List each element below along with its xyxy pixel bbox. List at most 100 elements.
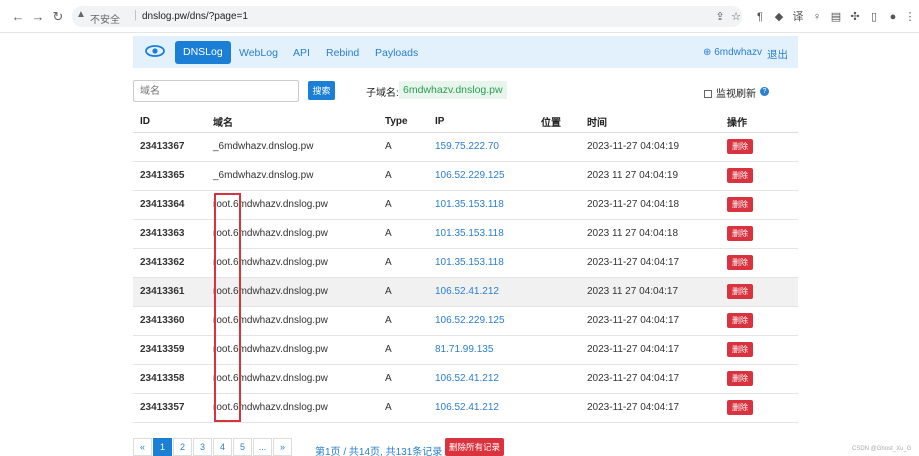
page-link[interactable]: « [133,438,152,456]
col-id: ID [133,112,213,133]
page-info: 第1页 / 共14页, 共131条记录 [315,447,443,456]
row-location [541,190,587,220]
row-ip: 106.52.41.212 [435,364,541,394]
row-type: A [385,132,435,162]
monitor-label: 监视刷新 [716,89,756,100]
row-time: 2023-11-27 04:04:18 [587,190,727,220]
nav-payloads[interactable]: Payloads [375,47,418,59]
sidepanel-icon[interactable]: ▯ [867,10,881,24]
nav-weblog[interactable]: WebLog [239,47,278,59]
top-navbar: DNSLog WebLog API Rebind Payloads ⊕ 6mdw… [133,36,798,68]
delete-button[interactable]: 删除 [727,371,753,386]
puzzle-icon[interactable]: ✣ [848,10,862,24]
search-button[interactable]: 搜索 [308,81,335,100]
page-link[interactable]: 5 [233,438,252,456]
delete-all-button[interactable]: 删除所有记录 [445,438,505,456]
delete-button[interactable]: 删除 [727,284,753,299]
row-action: 删除 [727,132,798,162]
row-id: 23413367 [133,132,213,162]
nav-api[interactable]: API [293,47,310,59]
row-location [541,393,587,423]
row-id: 23413360 [133,306,213,336]
row-id: 23413359 [133,335,213,365]
eye-icon[interactable] [145,45,165,57]
page-link[interactable]: 2 [173,438,192,456]
delete-button[interactable]: 删除 [727,342,753,357]
row-time: 2023-11-27 04:04:17 [587,306,727,336]
domain-input[interactable] [133,80,299,102]
table-row: 23413367 _6mdwhazv.dnslog.pw A 159.75.222.7… [133,132,798,162]
col-ip: IP [435,112,541,133]
delete-button[interactable]: 删除 [727,197,753,212]
delete-button[interactable]: 删除 [727,168,753,183]
row-action: 删除 [727,393,798,423]
row-location [541,161,587,191]
row-time: 2023-11-27 04:04:19 [587,132,727,162]
page-link[interactable]: » [273,438,292,456]
row-type: A [385,335,435,365]
row-location [541,306,587,336]
delete-button[interactable]: 删除 [727,255,753,270]
col-type: Type [385,112,435,133]
row-id: 23413363 [133,219,213,249]
row-location [541,277,587,307]
row-location [541,248,587,278]
row-action: 删除 [727,364,798,394]
nav-dnslog[interactable]: DNSLog [175,41,231,64]
row-action: 删除 [727,306,798,336]
row-type: A [385,306,435,336]
row-action: 删除 [727,161,798,191]
row-time: 2023-11-27 04:04:17 [587,335,727,365]
page-link[interactable]: ... [253,438,272,456]
table-header-row: ID 域名 Type IP 位置 时间 操作 [133,112,798,133]
col-location: 位置 [541,112,587,133]
row-action: 删除 [727,190,798,220]
row-action: 删除 [727,277,798,307]
row-ip: 106.52.229.125 [435,161,541,191]
address-separator: | [134,9,137,21]
translate-icon[interactable]: 译 [791,10,805,24]
row-id: 23413364 [133,190,213,220]
delete-button[interactable]: 删除 [727,226,753,241]
extension-icon[interactable]: ◆ [772,10,786,24]
row-ip: 106.52.229.125 [435,306,541,336]
row-time: 2023 11 27 04:04:19 [587,161,727,191]
insecure-label: 不安全 [90,15,120,26]
row-time: 2023 11 27 04:04:18 [587,219,727,249]
reload-icon[interactable]: ↻ [50,9,66,25]
monitor-refresh-toggle[interactable]: 监视刷新 [704,85,756,100]
share-icon[interactable]: ⇪ [713,10,727,24]
subdomain-value: 6mdwhazv.dnslog.pw [399,81,507,99]
nav-rebind[interactable]: Rebind [326,47,359,59]
row-action: 删除 [727,248,798,278]
table-row: 23413365 _6mdwhazv.dnslog.pw A 106.52.229.1… [133,161,798,191]
monitor-checkbox[interactable] [704,90,712,98]
row-domain: _6mdwhazv.dnslog.pw [213,132,385,162]
page-link[interactable]: 1 [153,438,172,456]
dnslog-page: DNSLog WebLog API Rebind Payloads ⊕ 6mdw… [133,36,798,68]
extension-icon[interactable]: ♀ [810,10,824,24]
extension-icon[interactable]: ▤ [829,10,843,24]
browser-toolbar: ← → ↻ ▲ 不安全 | dnslog.pw/dns/?page=1 ⇪ ☆ … [0,0,919,33]
col-action: 操作 [727,112,798,133]
delete-button[interactable]: 删除 [727,139,753,154]
logout-link[interactable]: 退出 [767,47,788,62]
bookmark-star-icon[interactable]: ☆ [729,10,743,24]
row-type: A [385,364,435,394]
back-icon[interactable]: ← [10,9,26,25]
row-id: 23413361 [133,277,213,307]
address-bar[interactable]: ▲ 不安全 | dnslog.pw/dns/?page=1 [72,6,742,27]
forward-icon[interactable]: → [30,9,46,25]
user-link[interactable]: ⊕ 6mdwhazv [703,47,762,58]
delete-button[interactable]: 删除 [727,400,753,415]
help-icon[interactable]: ? [760,87,769,96]
annotation-highlight-box [214,193,241,422]
profile-icon[interactable]: ● [886,10,900,24]
delete-button[interactable]: 删除 [727,313,753,328]
menu-icon[interactable]: ⋮ [903,10,917,24]
col-domain: 域名 [213,112,385,133]
extension-icon[interactable]: ¶ [753,10,767,24]
page-link[interactable]: 3 [193,438,212,456]
warning-icon: ▲ [76,9,86,20]
page-link[interactable]: 4 [213,438,232,456]
